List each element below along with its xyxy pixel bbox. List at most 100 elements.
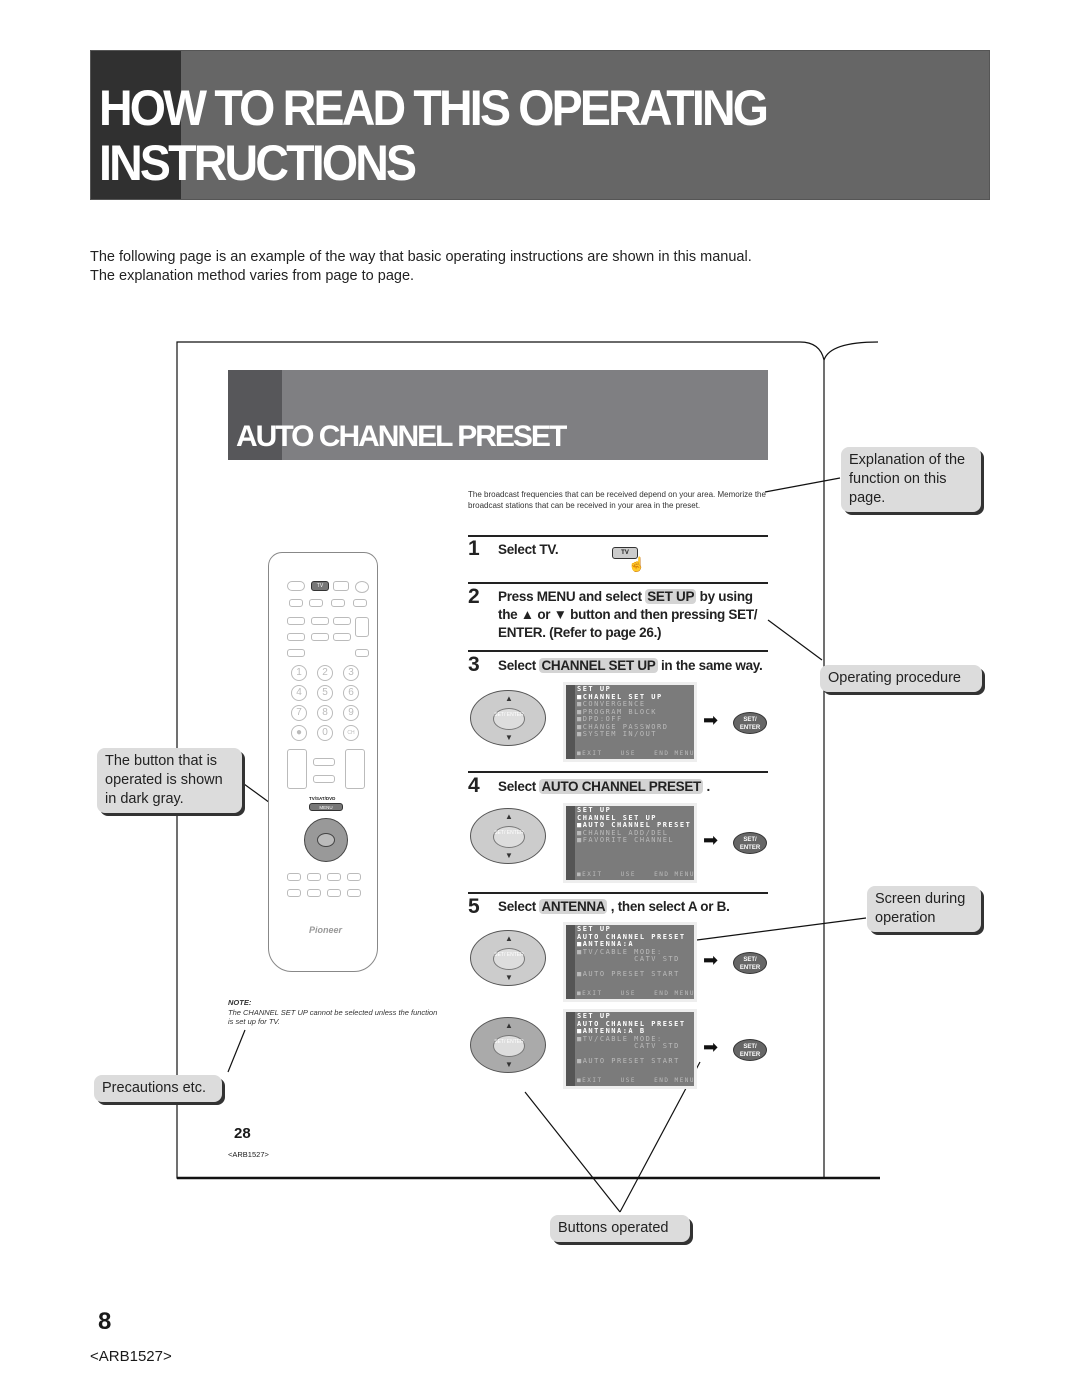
- step-1-text: Select TV.: [498, 542, 559, 557]
- callout-precautions: Precautions etc.: [94, 1075, 222, 1102]
- osd-line: ■AUTO PRESET START: [577, 970, 680, 978]
- up-arrow-icon: ▲: [505, 1021, 513, 1030]
- step-2-highlight: SET UP: [645, 589, 697, 604]
- step-number: 3: [468, 653, 480, 676]
- remote-dpad: [304, 818, 348, 862]
- osd-line: CATV STD: [577, 955, 680, 963]
- remote-sub-ch: [355, 617, 369, 637]
- osd-exit: ■EXIT: [577, 1076, 603, 1084]
- remote-menu-caption: TV/SAT/DVD: [309, 796, 336, 801]
- right-arrow-icon: ➡: [703, 950, 719, 970]
- step-5-post: , then select A or B.: [607, 899, 730, 914]
- remote-button: [333, 633, 351, 641]
- remote-button: [327, 873, 341, 881]
- set-enter-button: SET/ ENTER: [733, 952, 767, 974]
- osd-screen-1: SET UP ■CHANNEL SET UP ■CONVERGENCE ■PROGRA…: [563, 682, 697, 762]
- remote-input-3: [331, 599, 345, 607]
- remote-tv-button: TV: [311, 581, 329, 591]
- remote-number-button: 7: [291, 705, 307, 721]
- callout-explanation: Explanation of the function on this page…: [841, 447, 981, 512]
- remote-number-button: 5: [317, 685, 333, 701]
- osd-end: END MENU: [654, 989, 694, 997]
- osd-lines: SET UP AUTO CHANNEL PRESET ■ANTENNA:A B ■TV…: [577, 1012, 686, 1066]
- osd-lines: SET UP CHANNEL SET UP ■AUTO CHANNEL PRESET…: [577, 806, 691, 845]
- remote-pad-up-down: ▲ SET/ ENTER ▼: [470, 930, 546, 986]
- osd-use: USE: [620, 989, 636, 997]
- step-4-post: .: [703, 779, 710, 794]
- osd-exit: ■EXIT: [577, 870, 603, 878]
- step-divider: [468, 892, 768, 894]
- section-title: AUTO CHANNEL PRESET: [236, 420, 567, 453]
- step-5-text: Select ANTENNA , then select A or B.: [498, 898, 730, 916]
- pad-center-label: SET/ ENTER: [493, 826, 525, 848]
- remote-button: [287, 889, 301, 897]
- remote-input-2: [309, 599, 323, 607]
- osd-line: ■AUTO PRESET START: [577, 1057, 680, 1065]
- pioneer-logo: Pioneer: [309, 925, 343, 935]
- down-arrow-icon: ▼: [505, 973, 513, 982]
- sample-model-code: <ARB1527>: [228, 1150, 269, 1159]
- right-arrow-icon: ➡: [703, 1037, 719, 1057]
- remote-menu-button: MENU: [309, 803, 343, 811]
- step-3-text: Select CHANNEL SET UP in the same way.: [498, 657, 763, 675]
- osd-icon-bar: [566, 806, 575, 880]
- step-number: 4: [468, 774, 480, 797]
- remote-menu-label: MENU: [319, 805, 333, 810]
- remote-button: [347, 889, 361, 897]
- step-divider: [468, 582, 768, 584]
- remote-muting-button: [313, 775, 335, 783]
- osd-exit: ■EXIT: [577, 989, 603, 997]
- remote-number-button: 1: [291, 665, 307, 681]
- step-4-text: Select AUTO CHANNEL PRESET .: [498, 778, 710, 796]
- callout-operating-procedure: Operating procedure: [820, 665, 982, 692]
- set-enter-button: SET/ ENTER: [733, 832, 767, 854]
- model-code: <ARB1527>: [90, 1348, 172, 1365]
- callout-screen-during-operation: Screen during operation: [867, 886, 981, 932]
- step-3-post: in the same way.: [657, 658, 763, 673]
- osd-line: CATV STD: [577, 1042, 680, 1050]
- step-5-highlight: ANTENNA: [539, 899, 608, 914]
- remote-button: [355, 649, 369, 657]
- broadcast-note: The broadcast frequencies that can be re…: [468, 490, 766, 510]
- osd-end: END MENU: [654, 870, 694, 878]
- osd-icon-bar: [566, 925, 575, 999]
- step-number: 1: [468, 537, 480, 560]
- remote-ch-rocker: [287, 749, 307, 789]
- osd-use: USE: [620, 749, 636, 757]
- step-4-pre: Select: [498, 779, 540, 794]
- hand-icon: ☝: [628, 556, 646, 572]
- remote-button: [287, 649, 305, 657]
- note-title: NOTE:: [228, 998, 252, 1007]
- sample-page-frame: [176, 341, 880, 1213]
- osd-use: USE: [620, 870, 636, 878]
- step-4-highlight: AUTO CHANNEL PRESET: [539, 779, 704, 794]
- down-arrow-icon: ▼: [505, 1060, 513, 1069]
- step-number: 5: [468, 895, 480, 918]
- osd-icon-bar: [566, 1012, 575, 1086]
- remote-number-button: 4: [291, 685, 307, 701]
- step-3-highlight: CHANNEL SET UP: [539, 658, 658, 673]
- pad-center-label: SET/ ENTER: [493, 948, 525, 970]
- pad-center-label: SET/ ENTER: [493, 1035, 525, 1057]
- remote-pad-left-right: ▲ SET/ ENTER ▼: [470, 1017, 546, 1073]
- osd-line: ■SYSTEM IN/OUT: [577, 730, 658, 738]
- callout-buttons-operated: Buttons operated: [550, 1215, 690, 1242]
- note: NOTE: The CHANNEL SET UP cannot be selec…: [228, 998, 443, 1027]
- osd-exit: ■EXIT: [577, 749, 603, 757]
- step-2-pre: Press MENU and select: [498, 589, 646, 604]
- sample-page-number: 28: [234, 1125, 251, 1142]
- remote-number-button: 8: [317, 705, 333, 721]
- remote-light-button: [355, 581, 369, 593]
- step-2-text: Press MENU and select SET UP by using th…: [498, 588, 770, 642]
- remote-number-button: 3: [343, 665, 359, 681]
- set-enter-button: SET/ ENTER: [733, 712, 767, 734]
- step-5-pre: Select: [498, 899, 540, 914]
- osd-use: USE: [620, 1076, 636, 1084]
- page-number: 8: [98, 1308, 112, 1335]
- remote-button: [347, 873, 361, 881]
- up-arrow-icon: ▲: [505, 694, 513, 703]
- remote-button: [287, 633, 305, 641]
- right-arrow-icon: ➡: [703, 830, 719, 850]
- note-text: The CHANNEL SET UP cannot be selected un…: [228, 1007, 438, 1027]
- osd-end: END MENU: [654, 749, 694, 757]
